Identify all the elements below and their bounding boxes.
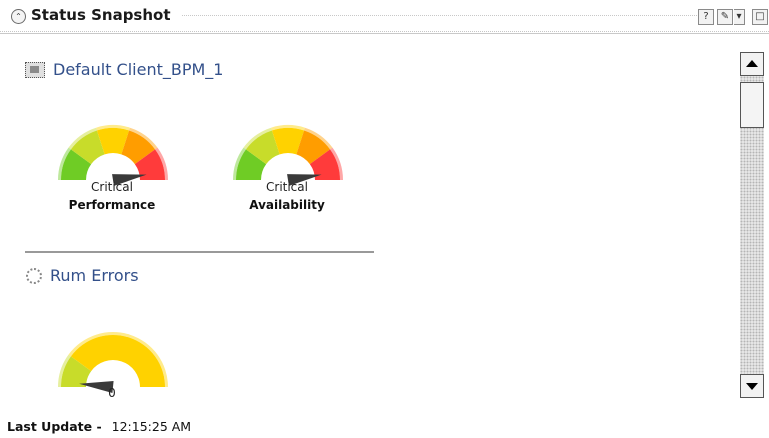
- vertical-scrollbar[interactable]: [740, 52, 764, 398]
- client-icon: [25, 61, 45, 78]
- last-update-label: Last Update -: [7, 419, 102, 434]
- last-update-footer: Last Update - 12:15:25 AM: [7, 419, 191, 434]
- help-button[interactable]: ?: [698, 9, 714, 25]
- scroll-up-button[interactable]: [740, 52, 764, 76]
- menu-dropdown-button[interactable]: ▾: [734, 9, 745, 25]
- gauge-svg: [58, 332, 168, 393]
- section-title[interactable]: Rum Errors: [50, 266, 139, 285]
- gauge-status-label: Critical: [91, 180, 133, 194]
- portlet-header: ⌃ Status Snapshot ? ✎ ▾ □: [0, 0, 769, 34]
- up-arrow-icon: [746, 60, 758, 67]
- edit-button[interactable]: ✎: [717, 9, 733, 25]
- section-header-client: Default Client_BPM_1: [25, 60, 223, 79]
- scroll-down-button[interactable]: [740, 374, 764, 398]
- gauge-value-label: 0: [108, 386, 116, 400]
- rum-errors-gauge[interactable]: [58, 321, 168, 393]
- section-divider: [25, 251, 374, 253]
- header-dotted-line: [182, 15, 699, 18]
- availability-gauge[interactable]: [233, 114, 343, 186]
- scroll-thumb[interactable]: [740, 82, 764, 128]
- gauge-name-label: Availability: [249, 198, 325, 212]
- gauge-svg: [58, 125, 168, 186]
- header-divider: [0, 31, 769, 32]
- loading-icon: [26, 267, 42, 284]
- gauge-status-label: Critical: [266, 180, 308, 194]
- snapshot-content: Default Client_BPM_1 Critical Performanc…: [0, 34, 740, 400]
- last-update-time: 12:15:25 AM: [111, 419, 192, 434]
- collapse-icon[interactable]: ⌃: [11, 9, 26, 24]
- gauge-svg: [233, 125, 343, 186]
- down-arrow-icon: [746, 383, 758, 390]
- section-header-rum: Rum Errors: [26, 266, 139, 285]
- performance-gauge[interactable]: [58, 114, 168, 186]
- maximize-button[interactable]: □: [752, 9, 768, 25]
- section-title[interactable]: Default Client_BPM_1: [53, 60, 223, 79]
- portlet-title: Status Snapshot: [31, 6, 171, 24]
- gauge-name-label: Performance: [68, 198, 156, 212]
